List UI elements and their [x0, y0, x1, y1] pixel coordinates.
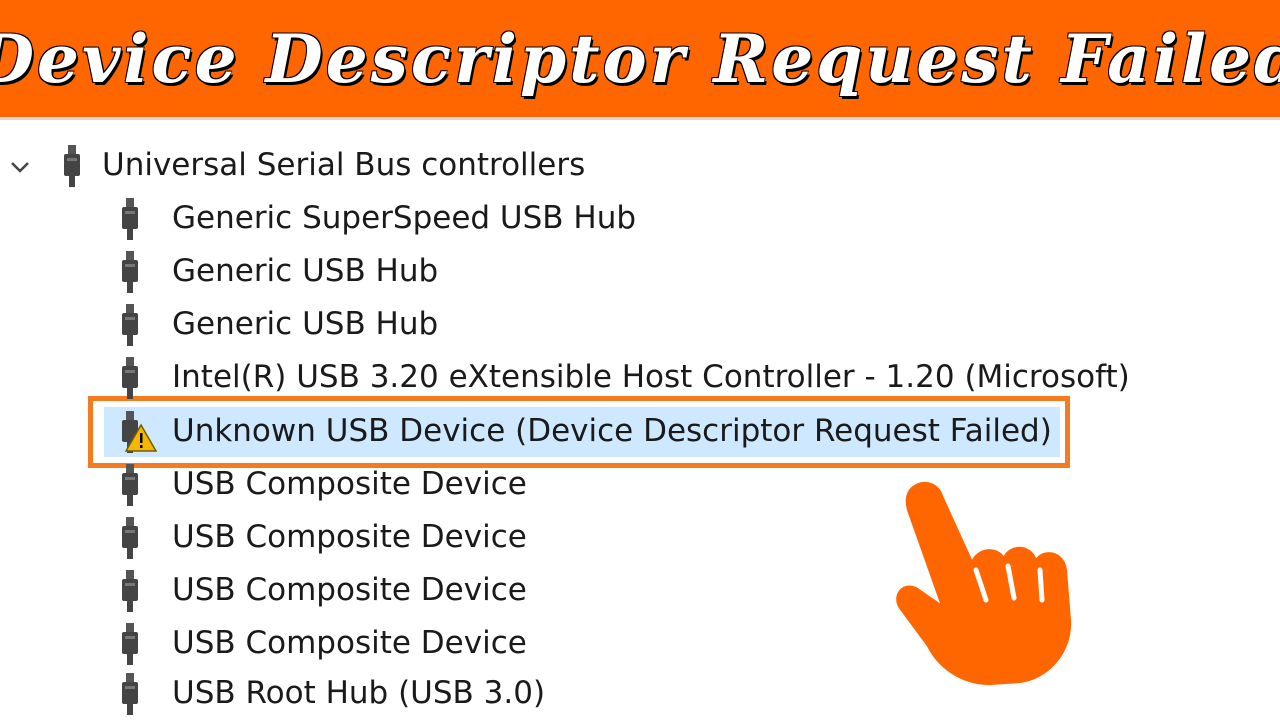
usb-plug-icon: [64, 144, 80, 187]
tree-item[interactable]: USB Composite Device: [116, 511, 527, 564]
tree-item[interactable]: USB Composite Device: [116, 564, 527, 617]
chevron-down-icon[interactable]: [6, 153, 34, 181]
usb-plug-icon: [122, 622, 138, 665]
tree-item[interactable]: USB Composite Device: [116, 458, 527, 511]
tree-item-label: Generic USB Hub: [172, 306, 439, 342]
usb-plug-icon: [122, 197, 138, 240]
usb-plug-icon: [122, 250, 138, 293]
tree-item[interactable]: Generic USB Hub: [116, 298, 438, 351]
title-banner: Device Descriptor Request Failed: [0, 0, 1280, 120]
usb-plug-icon: [122, 569, 138, 612]
tree-item-selected[interactable]: Unknown USB Device (Device Descriptor Re…: [116, 405, 1052, 458]
page: Device Descriptor Request Failed Univers…: [0, 0, 1280, 720]
tree-item-label: Unknown USB Device (Device Descriptor Re…: [172, 413, 1052, 449]
tree-item-label: Generic SuperSpeed USB Hub: [172, 200, 637, 236]
tree-item-label: USB Root Hub (USB 3.0): [172, 675, 546, 711]
tree-item-label: Intel(R) USB 3.20 eXtensible Host Contro…: [172, 359, 1130, 395]
tree-item[interactable]: Generic USB Hub: [116, 245, 438, 298]
pointing-hand-icon: [896, 481, 1072, 685]
banner-title: Device Descriptor Request Failed: [0, 19, 1280, 98]
usb-plug-icon: [122, 303, 138, 346]
usb-plug-icon: [122, 516, 138, 559]
tree-item-label: USB Composite Device: [172, 572, 527, 608]
tree-item-label: USB Composite Device: [172, 519, 527, 555]
usb-warning-icon: [122, 410, 158, 453]
usb-plug-icon: [122, 672, 138, 715]
tree-item[interactable]: Intel(R) USB 3.20 eXtensible Host Contro…: [116, 351, 1130, 404]
tree-item[interactable]: Generic SuperSpeed USB Hub: [116, 192, 636, 245]
usb-plug-icon: [122, 463, 138, 506]
tree-category-usb-controllers[interactable]: Universal Serial Bus controllers: [0, 139, 585, 192]
tree-item-label: USB Composite Device: [172, 625, 527, 661]
usb-plug-icon: [122, 356, 138, 399]
tree-category-label: Universal Serial Bus controllers: [102, 147, 586, 183]
tree-item-label: USB Composite Device: [172, 466, 527, 502]
tree-item-label: Generic USB Hub: [172, 253, 439, 289]
tree-item[interactable]: USB Root Hub (USB 3.0): [116, 667, 545, 720]
tree-item[interactable]: USB Composite Device: [116, 617, 527, 670]
